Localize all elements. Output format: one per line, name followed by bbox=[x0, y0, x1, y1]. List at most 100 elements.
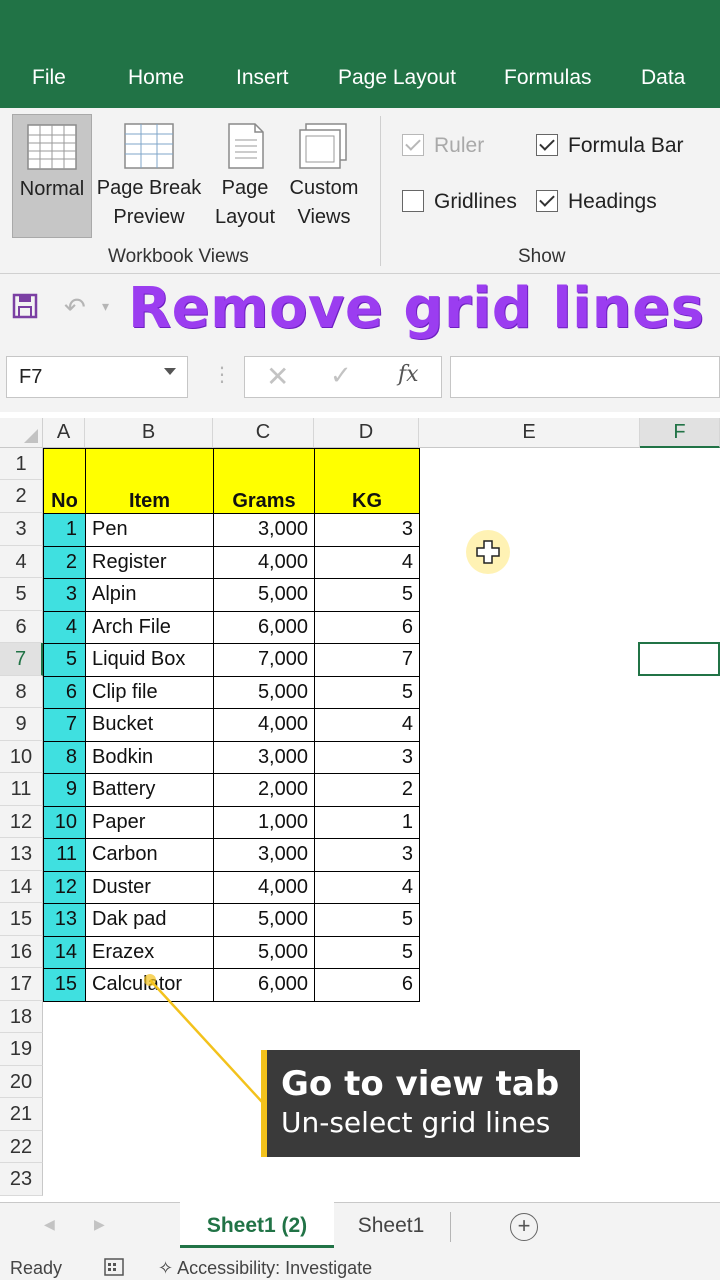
row-header-20[interactable]: 20 bbox=[0, 1066, 43, 1098]
tab-insert[interactable]: Insert bbox=[236, 66, 289, 90]
cell-grams[interactable]: 3,000 bbox=[213, 740, 315, 774]
cell-no[interactable]: 9 bbox=[43, 773, 86, 807]
header-item[interactable]: Item bbox=[85, 448, 214, 514]
cell-item[interactable]: Erazex bbox=[85, 935, 214, 969]
formula-bar-checkbox[interactable]: Formula Bar bbox=[536, 134, 684, 158]
cell-grams[interactable]: 5,000 bbox=[213, 903, 315, 937]
cell-grams[interactable]: 2,000 bbox=[213, 773, 315, 807]
formula-input[interactable] bbox=[450, 356, 720, 398]
undo-dropdown-icon[interactable]: ▾ bbox=[102, 298, 109, 315]
cell-item[interactable]: Arch File bbox=[85, 610, 214, 644]
row-header-22[interactable]: 22 bbox=[0, 1131, 43, 1163]
row-header-14[interactable]: 14 bbox=[0, 871, 43, 903]
column-header-a[interactable]: A bbox=[43, 418, 85, 448]
row-header-9[interactable]: 9 bbox=[0, 708, 43, 741]
row-header-19[interactable]: 19 bbox=[0, 1033, 43, 1066]
cell-grams[interactable]: 5,000 bbox=[213, 935, 315, 969]
cell-kg[interactable]: 4 bbox=[314, 708, 420, 742]
gridlines-checkbox[interactable]: Gridlines bbox=[402, 190, 517, 214]
cell-no[interactable]: 3 bbox=[43, 578, 86, 612]
cell-item[interactable]: Carbon bbox=[85, 838, 214, 872]
active-cell-f7[interactable] bbox=[638, 642, 720, 676]
row-header-2[interactable]: 2 bbox=[0, 480, 43, 513]
row-header-3[interactable]: 3 bbox=[0, 513, 43, 546]
custom-views-button[interactable]: Custom Views bbox=[286, 114, 362, 238]
page-layout-view-button[interactable]: Page Layout bbox=[214, 114, 276, 238]
cell-item[interactable]: Duster bbox=[85, 870, 214, 904]
tab-home[interactable]: Home bbox=[128, 66, 184, 90]
cell-no[interactable]: 10 bbox=[43, 805, 86, 839]
cancel-entry-icon[interactable]: ✕ bbox=[266, 360, 289, 393]
cell-no[interactable]: 11 bbox=[43, 838, 86, 872]
normal-view-button[interactable]: Normal bbox=[12, 114, 92, 238]
cell-item[interactable]: Pen bbox=[85, 513, 214, 547]
cell-no[interactable]: 15 bbox=[43, 968, 86, 1002]
cell-item[interactable]: Paper bbox=[85, 805, 214, 839]
cell-grams[interactable]: 5,000 bbox=[213, 675, 315, 709]
cell-grams[interactable]: 4,000 bbox=[213, 708, 315, 742]
row-header-4[interactable]: 4 bbox=[0, 546, 43, 578]
cell-no[interactable]: 13 bbox=[43, 903, 86, 937]
cell-item[interactable]: Clip file bbox=[85, 675, 214, 709]
tab-scroll-right-icon[interactable]: ▶ bbox=[94, 1216, 105, 1233]
cell-no[interactable]: 8 bbox=[43, 740, 86, 774]
cell-grams[interactable]: 3,000 bbox=[213, 513, 315, 547]
cell-item[interactable]: Bucket bbox=[85, 708, 214, 742]
cell-kg[interactable]: 1 bbox=[314, 805, 420, 839]
cell-kg[interactable]: 3 bbox=[314, 740, 420, 774]
row-header-17[interactable]: 17 bbox=[0, 968, 43, 1001]
header-kg[interactable]: KG bbox=[314, 448, 420, 514]
cell-grams[interactable]: 6,000 bbox=[213, 968, 315, 1002]
row-header-10[interactable]: 10 bbox=[0, 741, 43, 773]
cell-item[interactable]: Calculator bbox=[85, 968, 214, 1002]
row-header-15[interactable]: 15 bbox=[0, 903, 43, 936]
row-header-16[interactable]: 16 bbox=[0, 936, 43, 968]
header-no[interactable]: No bbox=[43, 448, 86, 514]
cell-kg[interactable]: 2 bbox=[314, 773, 420, 807]
cell-grams[interactable]: 7,000 bbox=[213, 643, 315, 677]
row-header-8[interactable]: 8 bbox=[0, 676, 43, 708]
row-header-11[interactable]: 11 bbox=[0, 773, 43, 806]
cell-no[interactable]: 7 bbox=[43, 708, 86, 742]
save-icon[interactable] bbox=[12, 293, 38, 319]
add-sheet-button[interactable]: + bbox=[510, 1213, 538, 1241]
tab-formulas[interactable]: Formulas bbox=[504, 66, 592, 90]
sheet-tab-sheet1[interactable]: Sheet1 bbox=[336, 1202, 446, 1248]
undo-icon[interactable]: ↶ bbox=[64, 292, 86, 323]
confirm-entry-icon[interactable]: ✓ bbox=[330, 360, 352, 391]
row-header-23[interactable]: 23 bbox=[0, 1163, 43, 1196]
cell-kg[interactable]: 7 bbox=[314, 643, 420, 677]
cell-item[interactable]: Alpin bbox=[85, 578, 214, 612]
cell-kg[interactable]: 5 bbox=[314, 675, 420, 709]
insert-function-icon[interactable]: fx bbox=[398, 362, 419, 387]
cell-grams[interactable]: 4,000 bbox=[213, 545, 315, 579]
tab-file[interactable]: File bbox=[32, 66, 66, 90]
cell-no[interactable]: 4 bbox=[43, 610, 86, 644]
cell-grams[interactable]: 6,000 bbox=[213, 610, 315, 644]
select-all-corner[interactable] bbox=[0, 418, 43, 448]
column-header-b[interactable]: B bbox=[85, 418, 213, 448]
tab-page-layout[interactable]: Page Layout bbox=[338, 66, 456, 90]
tab-scroll-left-icon[interactable]: ◀ bbox=[44, 1216, 55, 1233]
header-grams[interactable]: Grams bbox=[213, 448, 315, 514]
cell-kg[interactable]: 4 bbox=[314, 870, 420, 904]
cell-kg[interactable]: 5 bbox=[314, 903, 420, 937]
column-header-d[interactable]: D bbox=[314, 418, 419, 448]
page-break-preview-button[interactable]: Page Break Preview bbox=[96, 114, 202, 238]
cell-grams[interactable]: 1,000 bbox=[213, 805, 315, 839]
cell-no[interactable]: 12 bbox=[43, 870, 86, 904]
row-header-13[interactable]: 13 bbox=[0, 838, 43, 871]
tab-data[interactable]: Data bbox=[641, 66, 685, 90]
cell-item[interactable]: Battery bbox=[85, 773, 214, 807]
row-header-7[interactable]: 7 bbox=[0, 643, 43, 676]
cell-no[interactable]: 6 bbox=[43, 675, 86, 709]
row-header-18[interactable]: 18 bbox=[0, 1001, 43, 1033]
row-header-21[interactable]: 21 bbox=[0, 1098, 43, 1131]
cell-item[interactable]: Dak pad bbox=[85, 903, 214, 937]
sheet-tab-sheet1-2[interactable]: Sheet1 (2) bbox=[180, 1202, 334, 1248]
name-box[interactable]: F7 bbox=[6, 356, 188, 398]
cell-grams[interactable]: 5,000 bbox=[213, 578, 315, 612]
name-box-dropdown-icon[interactable] bbox=[164, 368, 176, 375]
cell-item[interactable]: Liquid Box bbox=[85, 643, 214, 677]
cell-kg[interactable]: 5 bbox=[314, 935, 420, 969]
